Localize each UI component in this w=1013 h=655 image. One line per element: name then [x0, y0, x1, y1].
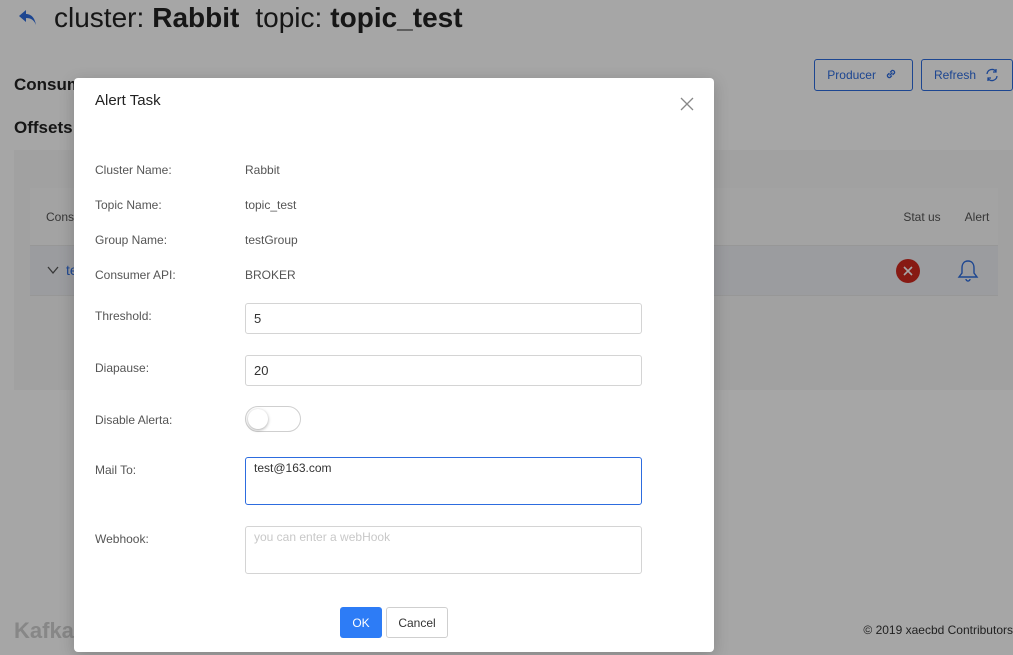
toggle-knob — [248, 409, 268, 429]
threshold-input[interactable] — [245, 303, 642, 334]
mail-to-input[interactable]: test@163.com — [245, 457, 642, 505]
mail-to-label: Mail To: — [95, 463, 137, 477]
disable-alerts-label: Disable Alerta: — [95, 413, 173, 427]
ok-button[interactable]: OK — [340, 607, 382, 638]
consumer-api-label: Consumer API: — [95, 268, 176, 282]
consumer-api-value: BROKER — [245, 268, 296, 282]
cluster-name-label: Cluster Name: — [95, 163, 172, 177]
group-name-value: testGroup — [245, 233, 298, 247]
topic-name-value: topic_test — [245, 198, 297, 212]
alert-task-dialog: Alert Task Cluster Name: Rabbit Topic Na… — [74, 78, 714, 652]
webhook-input[interactable] — [245, 526, 642, 574]
disable-alerts-toggle[interactable] — [245, 406, 301, 432]
diapause-label: Diapause: — [95, 361, 150, 375]
webhook-label: Webhook: — [95, 532, 149, 546]
topic-name-label: Topic Name: — [95, 198, 162, 212]
threshold-label: Threshold: — [95, 309, 152, 323]
diapause-input[interactable] — [245, 355, 642, 386]
dialog-title: Alert Task — [95, 92, 161, 109]
group-name-label: Group Name: — [95, 233, 168, 247]
cancel-button[interactable]: Cancel — [386, 607, 448, 638]
close-icon[interactable] — [679, 96, 695, 112]
cluster-name-value: Rabbit — [245, 163, 280, 177]
